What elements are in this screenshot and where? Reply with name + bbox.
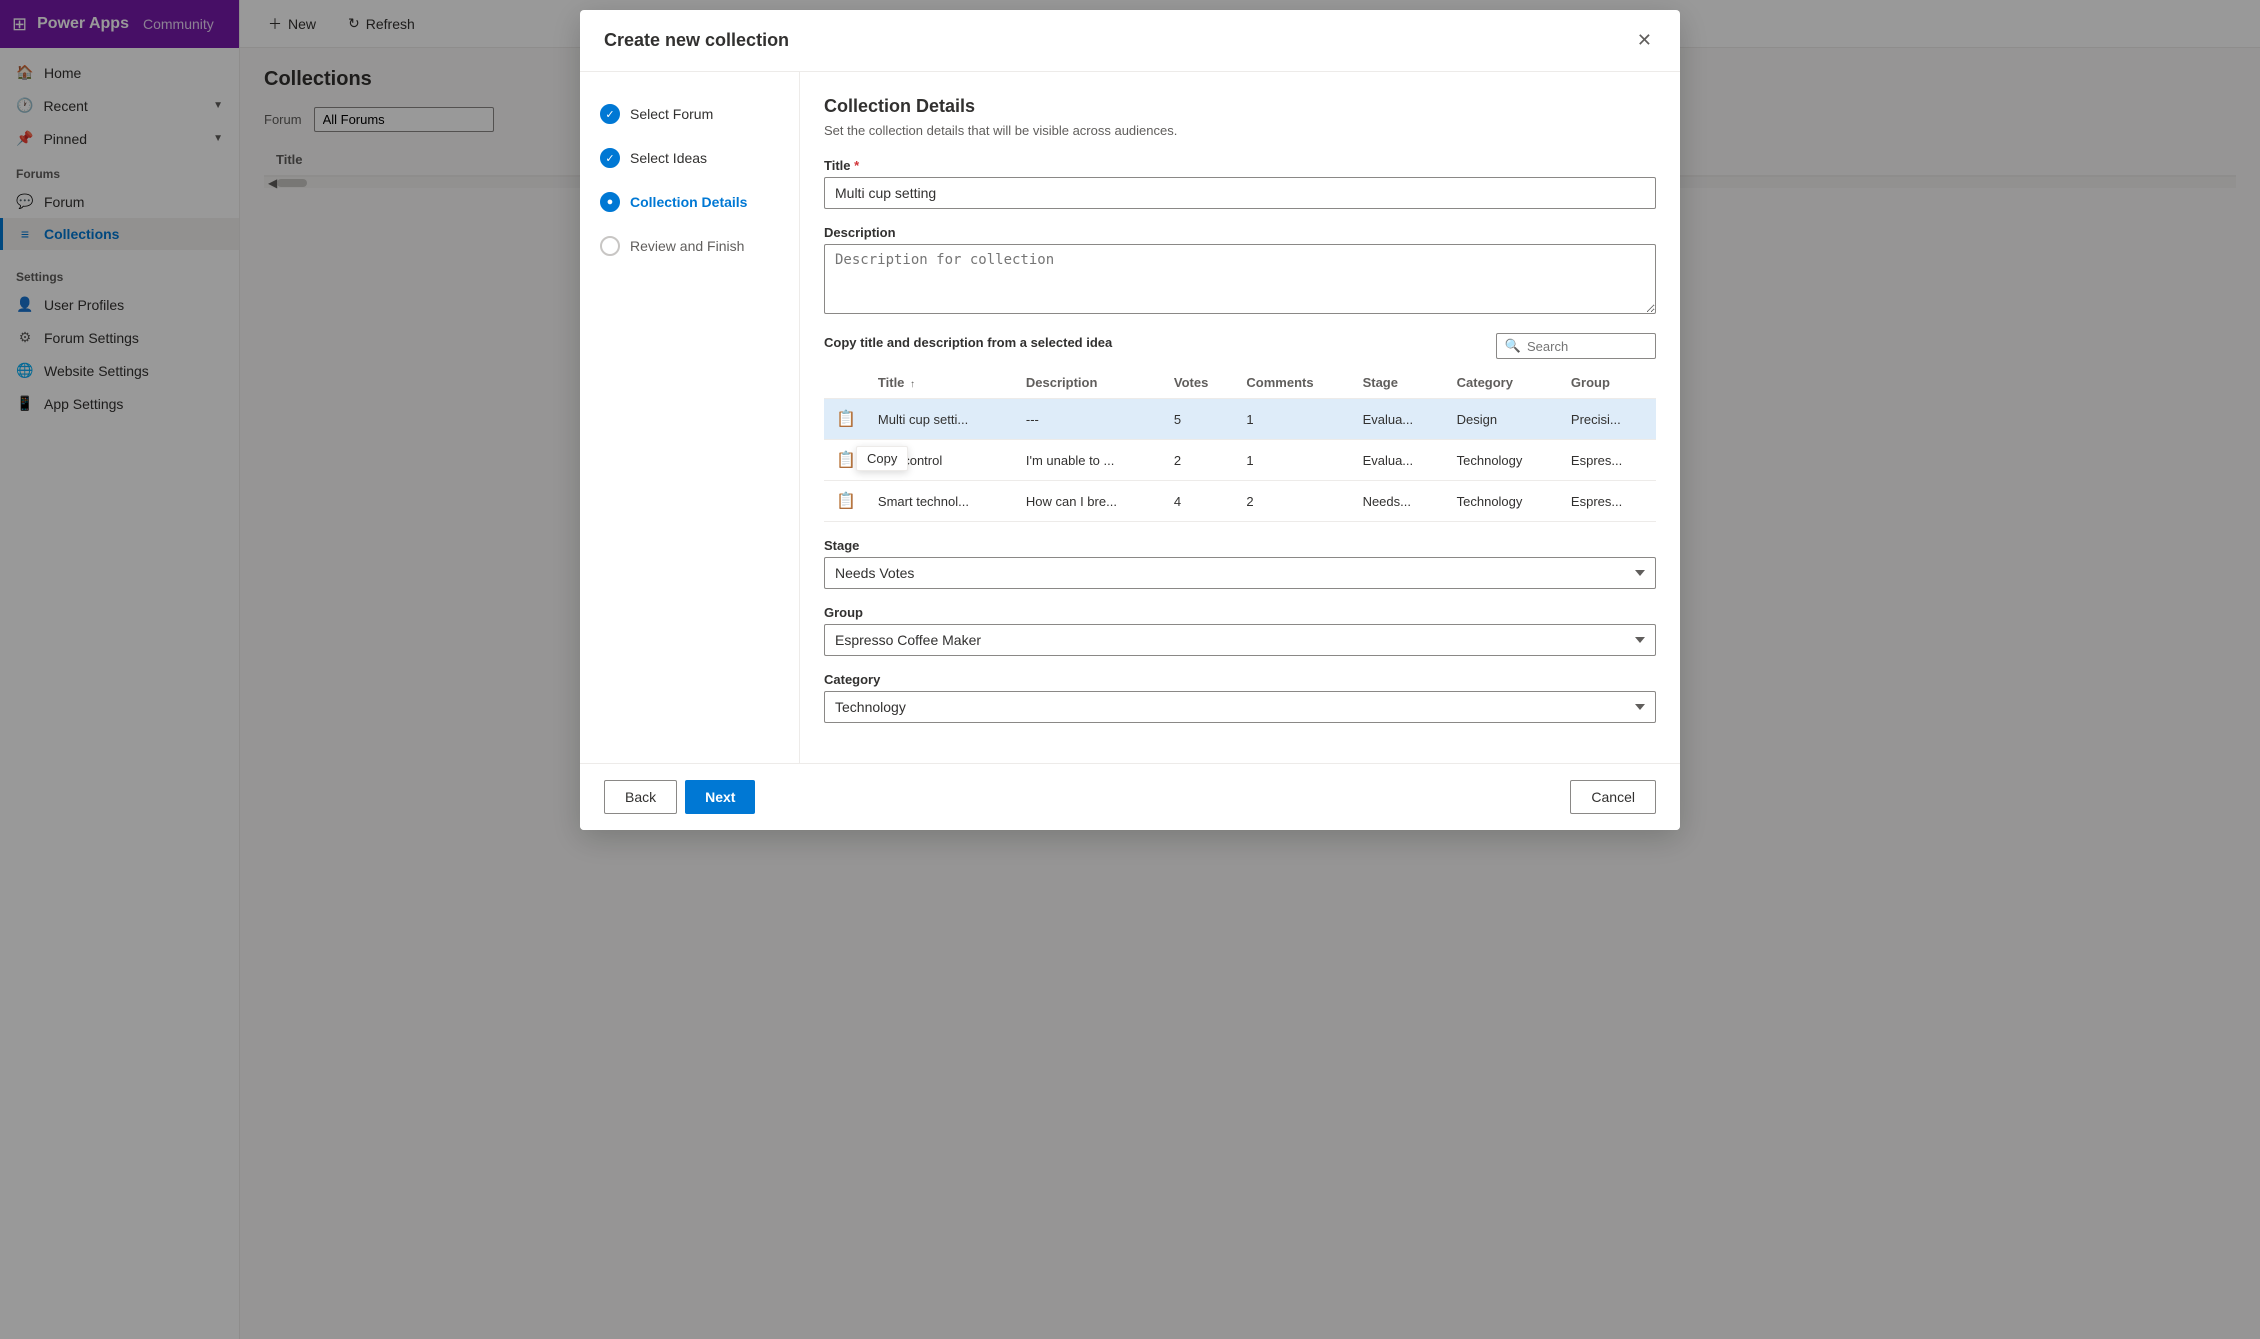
stage-form-group: Stage Needs Votes Under Review Evaluatin… [824,538,1656,589]
copy-cell: 📋Copy [824,440,868,481]
step-collection-details-label: Collection Details [630,194,747,210]
step-review-finish-label: Review and Finish [630,238,744,254]
idea-cell-4: Needs... [1353,481,1447,522]
idea-table-row[interactable]: 📋 Smart technol...How can I bre...42Needs… [824,481,1656,522]
description-form-group: Description [824,225,1656,317]
copy-cell: 📋 [824,399,868,440]
col-comments: Comments [1236,367,1352,399]
idea-cell-3: 1 [1236,399,1352,440]
section-title: Collection Details [824,96,1656,117]
modal-body: ✓ Select Forum ✓ Select Ideas ● Collecti… [580,72,1680,763]
copy-tooltip: Copy [856,446,908,471]
next-button[interactable]: Next [685,780,755,814]
copy-section: Copy title and description from a select… [824,333,1656,522]
modal-main-content: Collection Details Set the collection de… [800,72,1680,763]
stage-label: Stage [824,538,1656,553]
col-votes: Votes [1164,367,1237,399]
copy-icon-button[interactable]: 📋 [834,489,858,513]
step-select-ideas[interactable]: ✓ Select Ideas [596,140,783,176]
step-circle-2: ✓ [600,148,620,168]
modal-close-button[interactable]: ✕ [1633,26,1656,55]
col-idea-title[interactable]: Title ↑ [868,367,1016,399]
copy-search-box[interactable]: 🔍 [1496,333,1656,359]
description-label: Description [824,225,1656,240]
group-label: Group [824,605,1656,620]
group-form-group: Group Espresso Coffee Maker Precision Br… [824,605,1656,656]
col-copy [824,367,868,399]
steps-sidebar: ✓ Select Forum ✓ Select Ideas ● Collecti… [580,72,800,763]
copy-icon-button[interactable]: 📋 [834,407,858,431]
idea-cell-2: 2 [1164,440,1237,481]
idea-cell-6: Espres... [1561,481,1656,522]
category-select[interactable]: Technology Design Other [824,691,1656,723]
idea-cell-0: Multi cup setti... [868,399,1016,440]
idea-cell-2: 5 [1164,399,1237,440]
copy-search-input[interactable] [1527,339,1647,354]
step-select-ideas-label: Select Ideas [630,150,707,166]
idea-cell-3: 1 [1236,440,1352,481]
step-select-forum[interactable]: ✓ Select Forum [596,96,783,132]
title-form-group: Title * [824,158,1656,209]
idea-table-row[interactable]: 📋Copy...te controlI'm unable to ...21Eva… [824,440,1656,481]
sort-icon: ↑ [910,379,915,390]
copy-section-label: Copy title and description from a select… [824,335,1112,350]
title-required: * [854,158,859,173]
step-review-finish[interactable]: Review and Finish [596,228,783,264]
group-select[interactable]: Espresso Coffee Maker Precision Brewer O… [824,624,1656,656]
stage-select[interactable]: Needs Votes Under Review Evaluating Comp… [824,557,1656,589]
step-circle-3: ● [600,192,620,212]
idea-cell-5: Design [1447,399,1561,440]
idea-cell-2: 4 [1164,481,1237,522]
step-collection-details[interactable]: ● Collection Details [596,184,783,220]
col-category: Category [1447,367,1561,399]
title-input[interactable] [824,177,1656,209]
footer-left: Back Next [604,780,755,814]
idea-cell-3: 2 [1236,481,1352,522]
idea-cell-5: Technology [1447,440,1561,481]
modal-overlay: Create new collection ✕ ✓ Select Forum ✓… [240,0,2260,1339]
modal-header: Create new collection ✕ [580,10,1680,72]
idea-cell-5: Technology [1447,481,1561,522]
step-select-forum-label: Select Forum [630,106,713,122]
col-stage: Stage [1353,367,1447,399]
idea-cell-4: Evalua... [1353,399,1447,440]
modal-title: Create new collection [604,30,789,51]
step-circle-4 [600,236,620,256]
search-icon: 🔍 [1505,338,1521,354]
modal-footer: Back Next Cancel [580,763,1680,830]
idea-cell-1: --- [1016,399,1164,440]
section-subtitle: Set the collection details that will be … [824,123,1656,138]
category-label: Category [824,672,1656,687]
idea-cell-6: Espres... [1561,440,1656,481]
step-circle-1: ✓ [600,104,620,124]
back-button[interactable]: Back [604,780,677,814]
footer-right: Cancel [1570,780,1656,814]
col-group: Group [1561,367,1656,399]
copy-cell: 📋 [824,481,868,522]
idea-cell-1: How can I bre... [1016,481,1164,522]
description-textarea[interactable] [824,244,1656,314]
modal: Create new collection ✕ ✓ Select Forum ✓… [580,10,1680,830]
cancel-button[interactable]: Cancel [1570,780,1656,814]
idea-cell-1: I'm unable to ... [1016,440,1164,481]
idea-cell-4: Evalua... [1353,440,1447,481]
idea-cell-6: Precisi... [1561,399,1656,440]
ideas-table: Title ↑ Description Votes Comments Stage… [824,367,1656,522]
idea-cell-0: Smart technol... [868,481,1016,522]
category-form-group: Category Technology Design Other [824,672,1656,723]
title-label: Title * [824,158,1656,173]
col-description: Description [1016,367,1164,399]
copy-icon-button[interactable]: 📋Copy [834,448,858,472]
main-area: ＋ New ↻ Refresh Collections Forum Title … [240,0,2260,1339]
idea-table-row[interactable]: 📋 Multi cup setti...---51Evalua...DesignP… [824,399,1656,440]
